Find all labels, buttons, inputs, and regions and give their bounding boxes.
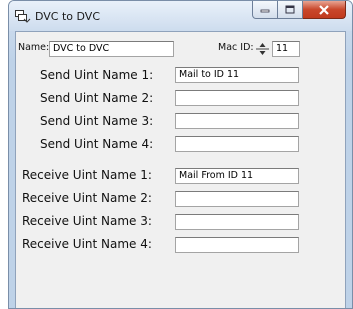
dialog-client-area: Name: DVC to DVC Mac ID: 11 Send Uint Na… bbox=[15, 31, 346, 308]
receive-uint-name-4-input[interactable] bbox=[175, 237, 299, 253]
window-title: DVC to DVC bbox=[35, 10, 101, 23]
send-uint-name-3-input[interactable] bbox=[175, 113, 299, 129]
send-uint-name-2-label: Send Uint Name 2: bbox=[40, 91, 154, 105]
minimize-button[interactable] bbox=[252, 1, 278, 19]
caption-buttons bbox=[252, 1, 346, 21]
send-uint-name-1-input[interactable]: Mail to ID 11 bbox=[175, 67, 299, 83]
close-button[interactable] bbox=[303, 1, 346, 19]
mac-id-spinner[interactable] bbox=[254, 41, 271, 57]
name-input[interactable]: DVC to DVC bbox=[49, 41, 174, 57]
maximize-icon bbox=[285, 5, 295, 14]
close-icon bbox=[319, 4, 329, 15]
send-uint-name-1-label: Send Uint Name 1: bbox=[40, 68, 154, 82]
mac-id-input[interactable]: 11 bbox=[272, 41, 300, 57]
receive-uint-name-2-input[interactable] bbox=[175, 191, 299, 207]
send-uint-name-4-input[interactable] bbox=[175, 136, 299, 152]
receive-uint-name-2-label: Receive Uint Name 2: bbox=[22, 191, 152, 205]
minimize-icon bbox=[260, 9, 270, 12]
send-uint-name-2-input[interactable] bbox=[175, 90, 299, 106]
spinner-icon bbox=[256, 43, 269, 55]
receive-uint-name-4-label: Receive Uint Name 4: bbox=[22, 237, 152, 251]
maximize-button[interactable] bbox=[278, 1, 303, 19]
name-label: Name: bbox=[18, 42, 50, 53]
receive-uint-name-3-input[interactable] bbox=[175, 214, 299, 230]
receive-uint-name-1-label: Receive Uint Name 1: bbox=[22, 168, 152, 182]
dialog-window: DVC to DVC Name: DVC to DVC Mac ID: 11 S… bbox=[8, 0, 353, 309]
receive-uint-name-1-input[interactable]: Mail From ID 11 bbox=[175, 168, 299, 184]
mac-id-label: Mac ID: bbox=[218, 42, 254, 53]
send-uint-name-4-label: Send Uint Name 4: bbox=[40, 137, 154, 151]
receive-uint-name-3-label: Receive Uint Name 3: bbox=[22, 214, 152, 228]
title-bar[interactable]: DVC to DVC bbox=[9, 1, 352, 31]
send-uint-name-3-label: Send Uint Name 3: bbox=[40, 114, 154, 128]
app-icon[interactable] bbox=[15, 9, 31, 23]
